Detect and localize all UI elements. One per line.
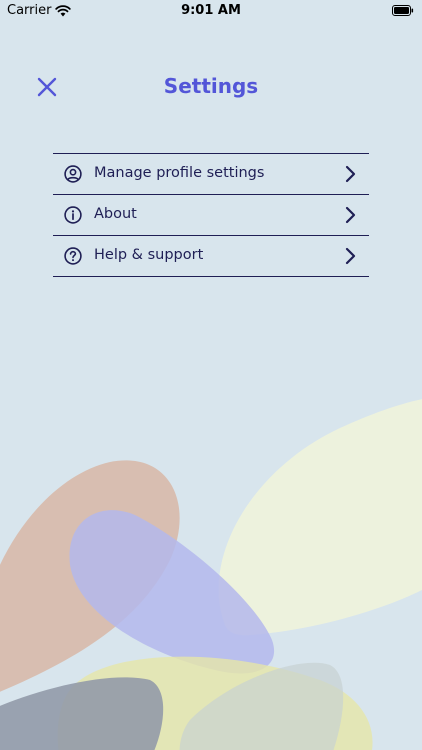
blob-slate [0,677,164,750]
background-blobs [0,399,422,750]
menu-item-manage-profile[interactable]: Manage profile settings [53,154,369,195]
profile-icon [64,165,82,183]
chevron-right-icon [345,165,356,183]
help-icon [64,247,82,265]
menu-item-label: About [94,206,137,222]
chevron-right-icon [345,247,356,265]
info-icon [64,206,82,224]
menu-item-help-support[interactable]: Help & support [53,236,369,277]
chevron-right-icon [345,206,356,224]
status-bar: Carrier 9:01 AM [0,0,422,22]
menu-item-about[interactable]: About [53,195,369,236]
battery-icon [392,5,414,16]
status-time: 9:01 AM [181,3,241,18]
nav-header: Settings [0,66,422,106]
menu-item-label: Manage profile settings [94,165,265,181]
menu-item-label: Help & support [94,247,204,263]
page-title: Settings [163,74,259,98]
blob-pale-yellow-right [218,399,422,636]
settings-menu: Manage profile settings About Help & sup… [53,153,369,277]
